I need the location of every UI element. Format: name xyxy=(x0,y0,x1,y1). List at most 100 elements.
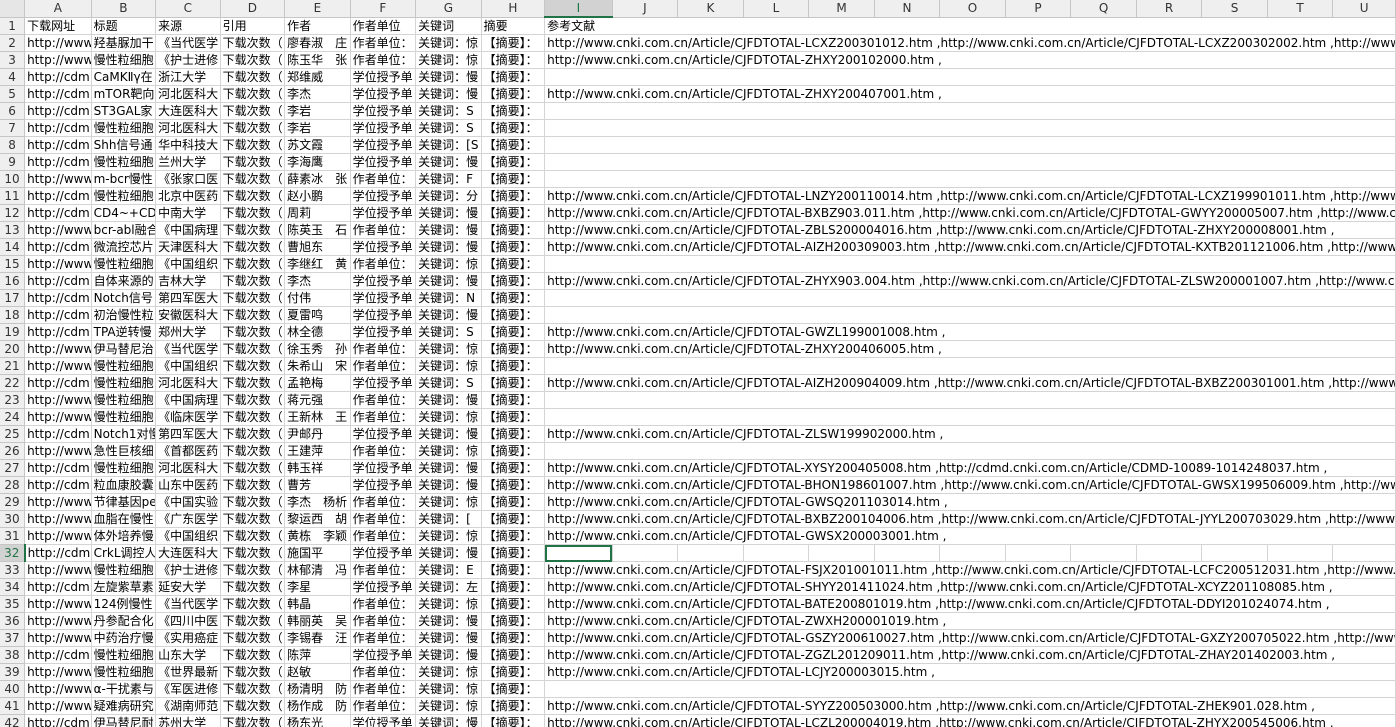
cell-h[interactable]: 【摘要】： xyxy=(481,425,546,443)
cell-references[interactable] xyxy=(544,357,1396,375)
cell-e[interactable]: 蒋元强 xyxy=(284,391,351,409)
column-header-e[interactable]: E xyxy=(284,0,351,18)
cell-d[interactable]: 下载次数（ xyxy=(220,119,286,137)
cell-b[interactable]: 慢性粒细胞 xyxy=(91,663,157,681)
row-header[interactable]: 5 xyxy=(0,85,26,103)
cell-e[interactable]: 李杰 xyxy=(284,272,351,290)
cell-g[interactable]: 关键词：慢 xyxy=(415,629,482,647)
cell-c[interactable]: 《世界最新 xyxy=(155,663,221,681)
cell-f[interactable]: 作者单位： xyxy=(350,170,417,188)
cell-e[interactable]: 杨清明 防 xyxy=(284,680,351,698)
row-header[interactable]: 13 xyxy=(0,221,26,239)
cell-e[interactable]: 朱希山 宋 xyxy=(284,357,351,375)
cell-b[interactable]: mTOR靶向 xyxy=(91,85,157,103)
cell-f[interactable]: 作者单位： xyxy=(350,527,417,545)
cell-c[interactable]: 《中国病理 xyxy=(155,221,221,239)
cell-c[interactable]: 华中科技大 xyxy=(155,136,221,154)
cell-b[interactable]: 慢性粒细胞 xyxy=(91,153,157,171)
cell-f[interactable]: 学位授予单 xyxy=(350,102,417,120)
spreadsheet-sheet[interactable]: ABCDEFGHIJKLMNOPQRSTU 1 下载网址 标题 来源 引用 作者 作者单位关… xyxy=(0,0,1396,727)
cell-g[interactable]: 关键词：惊 xyxy=(415,527,482,545)
cell-h[interactable]: 【摘要】： xyxy=(481,510,546,528)
cell-references[interactable]: http://www.cnki.com.cn/Article/CJFDTOTAL… xyxy=(544,697,1396,715)
cell-c[interactable]: 山东大学 xyxy=(155,646,221,664)
cell-d[interactable]: 下载次数（ xyxy=(220,170,286,188)
cell-c[interactable]: 河北医科大 xyxy=(155,459,221,477)
cell-a[interactable]: http://www xyxy=(24,357,92,375)
cell-e[interactable]: 李星 xyxy=(284,578,351,596)
row-header[interactable]: 9 xyxy=(0,153,26,171)
column-header-c[interactable]: C xyxy=(155,0,221,18)
row-header[interactable]: 23 xyxy=(0,391,26,409)
cell-d[interactable]: 下载次数（ xyxy=(220,340,286,358)
cell-f[interactable]: 作者单位： xyxy=(350,697,417,715)
column-header-r[interactable]: R xyxy=(1136,0,1203,18)
cell-f[interactable]: 作者单位： xyxy=(350,561,417,579)
cell-b[interactable]: 慢性粒细胞 xyxy=(91,255,157,273)
cell-references[interactable] xyxy=(544,153,1396,171)
cell-e[interactable]: 尹邮丹 xyxy=(284,425,351,443)
cell-references[interactable]: http://www.cnki.com.cn/Article/CJFDTOTAL… xyxy=(544,204,1396,222)
cell-d[interactable]: 下载次数（ xyxy=(220,34,286,52)
cell-c[interactable]: 天津医科大 xyxy=(155,238,221,256)
cell-b[interactable]: Shh信号通 xyxy=(91,136,157,154)
cell-h[interactable]: 【摘要】： xyxy=(481,238,546,256)
cell-f[interactable]: 作者单位： xyxy=(350,255,417,273)
cell-d[interactable]: 下载次数（ xyxy=(220,476,286,494)
cell-b[interactable]: CrkL调控人 xyxy=(91,544,157,562)
cell-g[interactable]: 关键词：慢 xyxy=(415,476,482,494)
cell-d[interactable]: 下载次数（ xyxy=(220,357,286,375)
cell-a[interactable]: http://www xyxy=(24,170,92,188)
cell-c[interactable]: 《当代医学 xyxy=(155,340,221,358)
cell-b[interactable]: 伊马替尼治 xyxy=(91,340,157,358)
cell-a[interactable]: http://cdm xyxy=(24,68,92,86)
cell-e[interactable]: 李岩 xyxy=(284,102,351,120)
cell-g[interactable]: 关键词：S xyxy=(415,323,482,341)
cell-a[interactable]: http://www xyxy=(24,493,92,511)
cell-references[interactable]: http://www.cnki.com.cn/Article/CJFDTOTAL… xyxy=(544,425,1396,443)
cell-e[interactable]: 赵敏 xyxy=(284,663,351,681)
cell-references[interactable]: http://www.cnki.com.cn/Article/CJFDTOTAL… xyxy=(544,374,1396,392)
cell-h[interactable]: 【摘要】： xyxy=(481,187,546,205)
cell-h[interactable]: 【摘要】： xyxy=(481,51,546,69)
row-header[interactable]: 8 xyxy=(0,136,26,154)
row-header[interactable]: 41 xyxy=(0,697,26,715)
cell-d[interactable]: 下载次数（ xyxy=(220,68,286,86)
cell-c[interactable]: 《实用癌症 xyxy=(155,629,221,647)
cell-references[interactable]: http://www.cnki.com.cn/Article/CJFDTOTAL… xyxy=(544,187,1396,205)
column-header-h[interactable]: H xyxy=(481,0,546,18)
cell-g[interactable]: 关键词：慢 xyxy=(415,391,482,409)
cell-d[interactable]: 下载次数（ xyxy=(220,459,286,477)
cell-d[interactable]: 下载次数（ xyxy=(220,697,286,715)
cell-b[interactable]: 丹参配合化 xyxy=(91,612,157,630)
cell-p[interactable] xyxy=(1005,544,1072,562)
cell-d[interactable]: 下载次数（ xyxy=(220,646,286,664)
cell-c[interactable]: 《护士进修 xyxy=(155,561,221,579)
row-header[interactable]: 17 xyxy=(0,289,26,307)
cell-c[interactable]: 《中国实验 xyxy=(155,493,221,511)
cell-e[interactable]: 孟艳梅 xyxy=(284,374,351,392)
row-header[interactable]: 20 xyxy=(0,340,26,358)
cell-j[interactable] xyxy=(612,544,679,562)
cell-e[interactable]: 黄栋 李颖 xyxy=(284,527,351,545)
cell-h[interactable]: 【摘要】： xyxy=(481,340,546,358)
cell-f[interactable]: 作者单位： xyxy=(350,357,417,375)
cell-a[interactable]: http://cdm xyxy=(24,289,92,307)
cell-h[interactable]: 【摘要】： xyxy=(481,323,546,341)
cell-b[interactable]: 急性巨核细 xyxy=(91,442,157,460)
cell-g[interactable]: 关键词：慢 xyxy=(415,612,482,630)
cell-a[interactable]: http://www xyxy=(24,697,92,715)
row-header[interactable]: 42 xyxy=(0,714,26,727)
row-header[interactable]: 24 xyxy=(0,408,26,426)
column-header-t[interactable]: T xyxy=(1267,0,1334,18)
cell-g[interactable]: 关键词：慢 xyxy=(415,272,482,290)
cell-c[interactable]: 《中国组织 xyxy=(155,357,221,375)
cell-references[interactable] xyxy=(544,408,1396,426)
cell-d[interactable]: 下载次数（ xyxy=(220,425,286,443)
cell-b[interactable]: 慢性粒细胞 xyxy=(91,119,157,137)
column-header-p[interactable]: P xyxy=(1005,0,1072,18)
cell-g[interactable]: 关键词：慢 xyxy=(415,425,482,443)
cell-g[interactable]: 关键词：慢 xyxy=(415,68,482,86)
cell-a[interactable]: http://www xyxy=(24,255,92,273)
row-header[interactable]: 10 xyxy=(0,170,26,188)
